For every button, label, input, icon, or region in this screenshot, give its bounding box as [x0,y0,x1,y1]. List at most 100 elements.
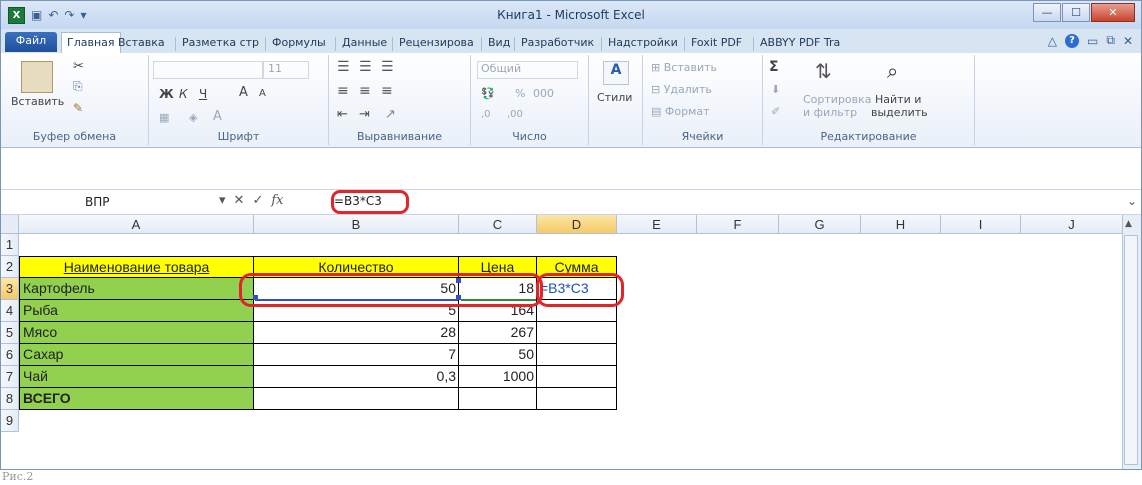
cell-c8[interactable] [459,388,537,410]
row-header-6[interactable]: 6 [1,344,19,366]
close-button[interactable]: ✕ [1091,3,1135,22]
expand-formula-bar-icon[interactable]: ⌄ [1127,194,1137,208]
row-header-8[interactable]: 8 [1,388,19,410]
clear-icon[interactable]: ✐ [771,105,780,118]
doc-restore-icon[interactable]: ⧉ [1106,33,1115,48]
font-size-select[interactable]: 11 [263,61,309,79]
orientation-icon[interactable]: ↗ [385,107,396,122]
binoculars-icon[interactable]: ⌕ [887,59,898,83]
tab-abbyy-pdf[interactable]: ABBYY PDF Tra [755,34,845,52]
cell-b5[interactable]: 28 [254,322,459,344]
tab-page-layout[interactable]: Разметка стр [177,34,264,52]
cell-b7[interactable]: 0,3 [254,366,459,388]
tab-insert[interactable]: Вставка [113,34,170,52]
column-header-j[interactable]: J [1021,215,1123,234]
align-left-icon[interactable]: ≡ [337,83,349,99]
copy-icon[interactable]: ⎘ [73,79,83,94]
align-center-icon[interactable]: ≡ [359,83,371,99]
scroll-up-icon[interactable]: ▲ [1125,219,1132,229]
row-header-4[interactable]: 4 [1,300,19,322]
row-header-9[interactable]: 9 [1,410,19,432]
column-header-g[interactable]: G [779,215,861,234]
row-header-5[interactable]: 5 [1,322,19,344]
cell-a4[interactable]: Рыба [19,300,254,322]
row-header-3[interactable]: 3 [1,278,19,300]
doc-minimize-icon[interactable]: ▭ [1087,34,1098,48]
cell-a8[interactable]: ВСЕГО [19,388,254,410]
tab-developer[interactable]: Разработчик [516,34,599,52]
find-select-button-line2[interactable]: выделить [871,106,928,119]
name-box[interactable]: ВПР [13,192,211,212]
find-select-button-line1[interactable]: Найти и [875,93,921,106]
cell-d7[interactable] [537,366,617,388]
cell-b8[interactable] [254,388,459,410]
paste-icon[interactable] [21,61,53,93]
tab-review[interactable]: Рецензирова [394,34,479,52]
borders-icon[interactable]: ▦ [159,111,169,124]
cancel-formula-icon[interactable]: ✕ [234,193,245,208]
sort-filter-button-line1[interactable]: Сортировка [803,93,872,106]
column-header-b[interactable]: B [254,215,459,234]
column-header-f[interactable]: F [697,215,779,234]
align-middle-icon[interactable]: ☰ [359,59,372,75]
column-header-d[interactable]: D [537,215,617,234]
autosum-button[interactable]: Σ [769,59,779,75]
row-header-7[interactable]: 7 [1,366,19,388]
cell-a7[interactable]: Чай [19,366,254,388]
percent-button[interactable]: % [515,87,525,100]
column-header-a[interactable]: A [19,215,254,234]
column-header-i[interactable]: I [941,215,1021,234]
column-header-h[interactable]: H [861,215,941,234]
help-icon[interactable]: ? [1065,33,1080,48]
row-header-1[interactable]: 1 [1,234,19,256]
increase-indent-icon[interactable]: ⇥ [359,107,370,122]
align-top-icon[interactable]: ☰ [337,59,350,75]
styles-button[interactable]: Стили [597,91,632,104]
decrease-indent-icon[interactable]: ⇤ [337,107,348,122]
minimize-button[interactable]: — [1033,3,1061,22]
tab-file[interactable]: Файл [5,32,57,52]
cell-c6[interactable]: 50 [459,344,537,366]
cell-c5[interactable]: 267 [459,322,537,344]
doc-close-icon[interactable]: ✕ [1123,34,1133,48]
align-right-icon[interactable]: ≡ [381,83,393,99]
styles-icon[interactable]: A [603,61,629,85]
fill-icon[interactable]: ⬇ [771,83,780,96]
shrink-font-button[interactable]: A [259,88,266,99]
tab-foxit-pdf[interactable]: Foxit PDF [686,34,747,52]
format-cells-button[interactable]: ▤ Формат [651,105,710,118]
cell-d6[interactable] [537,344,617,366]
align-bottom-icon[interactable]: ☰ [381,59,394,75]
minimize-ribbon-icon[interactable]: △ [1048,34,1057,48]
bold-button[interactable]: Ж [159,87,174,101]
grow-font-button[interactable]: A [239,85,248,100]
cell-a5[interactable]: Мясо [19,322,254,344]
cut-icon[interactable]: ✂ [73,59,84,74]
sort-filter-button-line2[interactable]: и фильтр [803,106,857,119]
insert-function-icon[interactable]: fx [271,193,283,208]
cell-d5[interactable] [537,322,617,344]
row-header-2[interactable]: 2 [1,256,19,278]
delete-cells-button[interactable]: ⊟ Удалить [651,83,712,96]
font-name-select[interactable] [153,61,263,79]
tab-home[interactable]: Главная [61,32,121,54]
format-painter-icon[interactable]: ✎ [73,101,83,115]
select-all-corner[interactable] [1,215,19,234]
maximize-button[interactable]: ☐ [1062,3,1090,22]
cell-a6[interactable]: Сахар [19,344,254,366]
tab-addins[interactable]: Надстройки [603,34,683,52]
increase-decimal-button[interactable]: ,0 [481,109,491,120]
column-header-c[interactable]: C [459,215,537,234]
vertical-scrollbar[interactable]: ▲ [1122,215,1141,469]
fill-color-icon[interactable]: ◈ [189,111,197,124]
font-color-button[interactable]: A [213,109,222,124]
tab-view[interactable]: Вид [483,34,515,52]
thousands-button[interactable]: 000 [533,87,554,100]
cell-a3[interactable]: Картофель [19,278,254,300]
column-header-e[interactable]: E [617,215,697,234]
number-format-select[interactable]: Общий [477,61,578,79]
paste-button[interactable]: Вставить [11,95,64,108]
cell-d8[interactable] [537,388,617,410]
underline-button[interactable]: Ч [199,87,207,101]
currency-icon[interactable]: 💱 [481,87,495,100]
